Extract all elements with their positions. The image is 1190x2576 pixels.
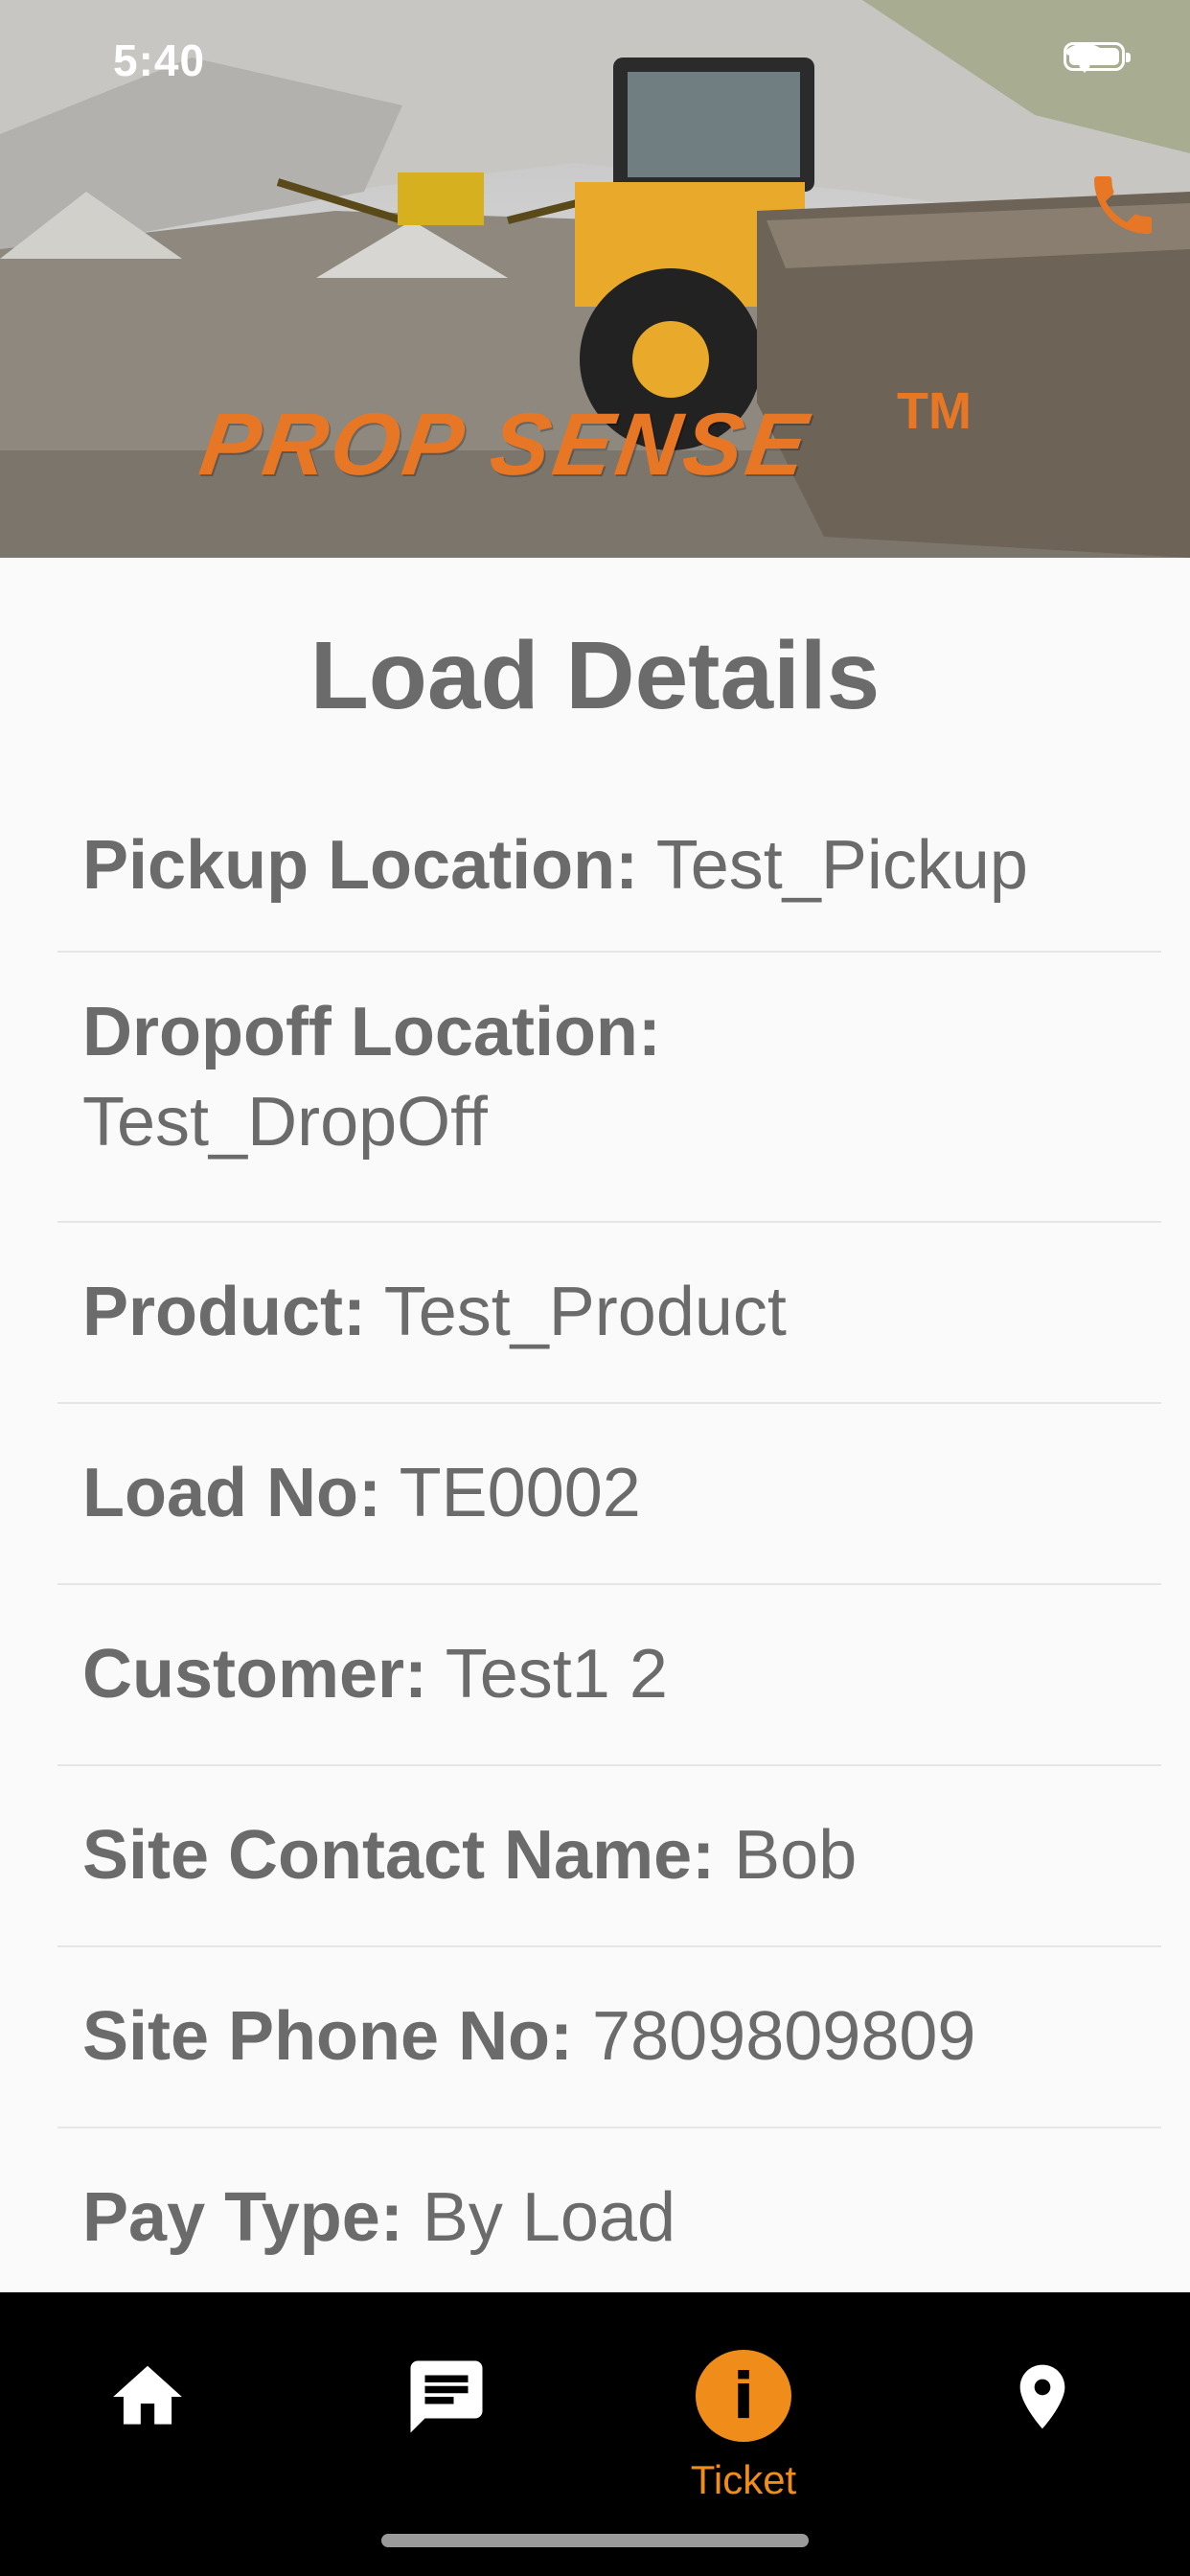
detail-label: Load No:: [82, 1455, 381, 1531]
info-icon: i: [696, 2350, 791, 2442]
brand-logo: PROP SENSE: [194, 396, 817, 494]
detail-label: Site Phone No:: [82, 1998, 574, 2075]
nav-ticket-label: Ticket: [690, 2457, 797, 2502]
detail-row-pay-type: Pay Type: By Load: [57, 2128, 1161, 2310]
brand-trademark: TM: [897, 382, 972, 440]
detail-row-dropoff-location: Dropoff Location: Test_DropOff: [57, 953, 1161, 1223]
detail-row-site-phone-no: Site Phone No: 7809809809: [57, 1947, 1161, 2128]
status-time: 5:40: [113, 35, 206, 85]
detail-value: Bob: [734, 1817, 858, 1894]
nav-ticket[interactable]: i Ticket: [667, 2350, 820, 2503]
load-details-list: Pickup Location: Test_Pickup Dropoff Loc…: [57, 776, 1161, 2310]
detail-label: Customer:: [82, 1636, 428, 1713]
detail-row-site-contact-name: Site Contact Name: Bob: [57, 1766, 1161, 1947]
status-icons: [1064, 42, 1131, 73]
detail-row-product: Product: Test_Product: [57, 1223, 1161, 1404]
battery-icon: [1064, 42, 1131, 71]
detail-value: By Load: [422, 2179, 676, 2256]
detail-label: Pickup Location:: [82, 827, 639, 904]
nav-home[interactable]: [71, 2350, 224, 2503]
detail-row-load-no: Load No: TE0002: [57, 1404, 1161, 1585]
nav-messages[interactable]: [370, 2350, 523, 2503]
detail-row-pickup-location: Pickup Location: Test_Pickup: [57, 776, 1161, 953]
nav-location[interactable]: [966, 2350, 1119, 2503]
detail-value: Test_Product: [383, 1274, 787, 1350]
detail-value: Test_DropOff: [82, 1084, 488, 1161]
detail-row-customer: Customer: Test1 2: [57, 1585, 1161, 1766]
call-button[interactable]: [1085, 167, 1161, 243]
header-banner: 5:40 PROP SENSE TM: [0, 0, 1190, 558]
page-title: Load Details: [309, 622, 881, 729]
detail-label: Pay Type:: [82, 2179, 403, 2256]
detail-value: TE0002: [399, 1455, 641, 1531]
location-pin-icon: [1019, 2364, 1065, 2429]
home-indicator[interactable]: [381, 2534, 809, 2547]
detail-label: Site Contact Name:: [82, 1817, 716, 1894]
detail-value: Test1 2: [445, 1636, 668, 1713]
detail-label: Dropoff Location:: [82, 994, 661, 1070]
detail-value: Test_Pickup: [655, 827, 1028, 904]
phone-icon: [1094, 176, 1152, 234]
detail-label: Product:: [82, 1274, 366, 1350]
detail-value: 7809809809: [592, 1998, 976, 2075]
chat-icon: [410, 2360, 483, 2433]
home-icon: [113, 2365, 182, 2425]
